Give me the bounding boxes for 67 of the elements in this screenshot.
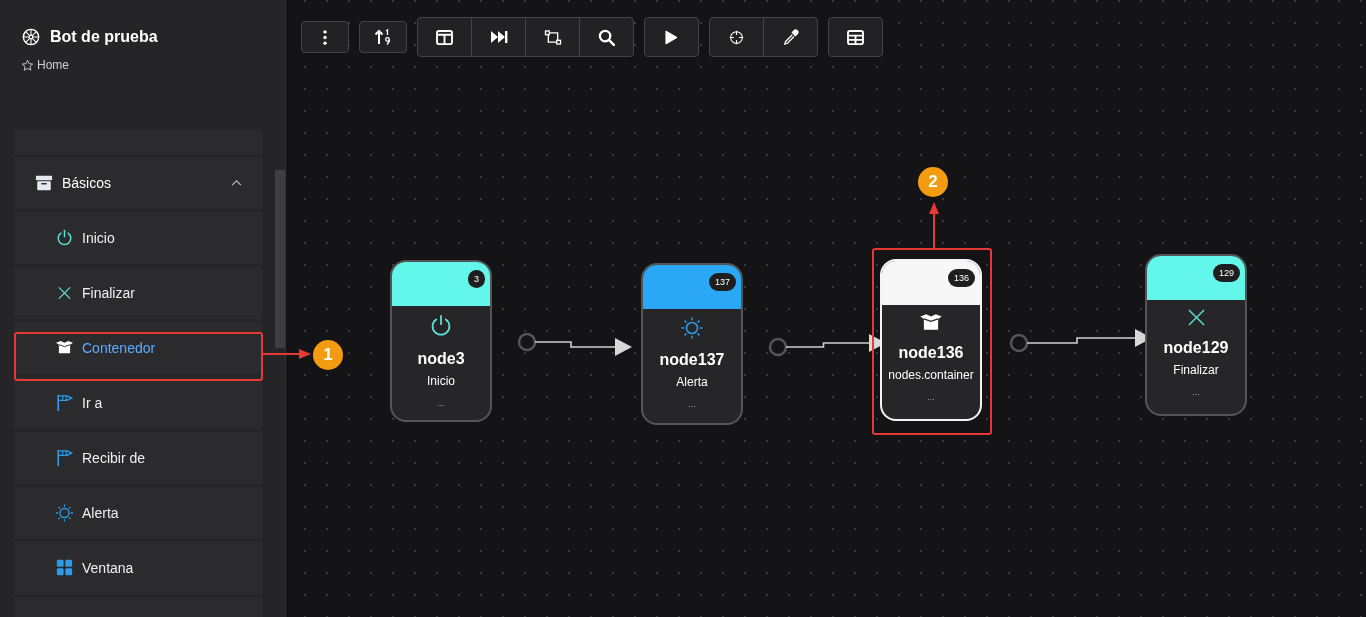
search-button[interactable] — [579, 17, 634, 57]
project-title: Bot de prueba — [50, 28, 158, 46]
palette-item[interactable]: Contenedor — [14, 321, 262, 374]
search-icon — [598, 28, 615, 46]
node-type: Finalizar — [1173, 363, 1219, 377]
power-icon — [55, 228, 74, 247]
fast-forward-icon — [489, 30, 508, 44]
palette-item[interactable]: Recibir de — [14, 431, 262, 484]
group-header[interactable]: Básicos — [14, 156, 262, 209]
palette-item[interactable]: Alerta — [14, 486, 262, 539]
node-type: nodes.container — [888, 368, 974, 382]
node-badge: 136 — [947, 269, 975, 287]
power-icon — [429, 314, 453, 338]
flow-node[interactable]: 129 node129 Finalizar ... — [1145, 254, 1247, 416]
star-icon — [21, 58, 34, 72]
layout-button[interactable] — [525, 17, 580, 57]
flow-node[interactable]: 3 node3 Inicio ... — [390, 260, 492, 422]
columns-button[interactable] — [417, 17, 472, 57]
skip-button[interactable] — [471, 17, 526, 57]
node-footer: ... — [927, 392, 935, 402]
eyedropper-icon — [782, 29, 799, 45]
node-name: node137 — [659, 351, 725, 369]
table-button[interactable] — [828, 17, 883, 57]
node-type: Alerta — [676, 375, 708, 389]
palette-item[interactable]: Finalizar — [14, 266, 262, 319]
palette-item[interactable]: Inicio — [14, 211, 262, 264]
play-icon — [665, 29, 678, 45]
node-badge: 129 — [1212, 264, 1240, 282]
node-footer: ... — [1192, 387, 1200, 397]
node-name: node136 — [898, 344, 964, 362]
home-link[interactable]: Home — [21, 58, 69, 72]
sun-icon — [55, 503, 74, 522]
table-icon — [847, 29, 864, 45]
flag-icon — [55, 448, 74, 467]
node-footer: ... — [688, 399, 696, 409]
node-badge: 3 — [468, 270, 485, 288]
annotation-arrow — [926, 200, 942, 249]
flag-icon — [55, 393, 74, 412]
annotation-arrow — [261, 346, 313, 362]
box-icon — [919, 313, 943, 332]
crosshair-icon — [729, 29, 744, 45]
more-icon — [323, 29, 327, 45]
close-icon — [1186, 308, 1206, 327]
flow-node[interactable]: 136 node136 nodes.container ... — [880, 259, 982, 421]
play-button[interactable] — [644, 17, 699, 57]
sort-icon — [374, 29, 392, 45]
node-badge: 137 — [708, 273, 736, 291]
node-name: node3 — [417, 350, 465, 368]
node-name: node129 — [1163, 339, 1229, 357]
target-button[interactable] — [709, 17, 764, 57]
flow-node[interactable]: 137 node137 Alerta ... — [641, 263, 743, 425]
nodes-icon — [543, 29, 562, 45]
archive-icon — [35, 173, 53, 192]
chevron-icon — [231, 179, 242, 186]
scrollbar[interactable] — [275, 170, 285, 348]
columns-icon — [436, 29, 453, 45]
picker-button[interactable] — [763, 17, 818, 57]
grid-icon — [55, 559, 74, 576]
node-type: Inicio — [427, 374, 455, 388]
sun-icon — [681, 317, 703, 339]
palette-item[interactable]: Ir a — [14, 376, 262, 429]
sort-button[interactable] — [359, 21, 407, 53]
palette-item[interactable]: Ventana — [14, 541, 262, 594]
node-footer: ... — [437, 398, 445, 408]
box-icon — [55, 340, 74, 355]
more-button[interactable] — [301, 21, 349, 53]
wheel-icon — [22, 28, 40, 46]
